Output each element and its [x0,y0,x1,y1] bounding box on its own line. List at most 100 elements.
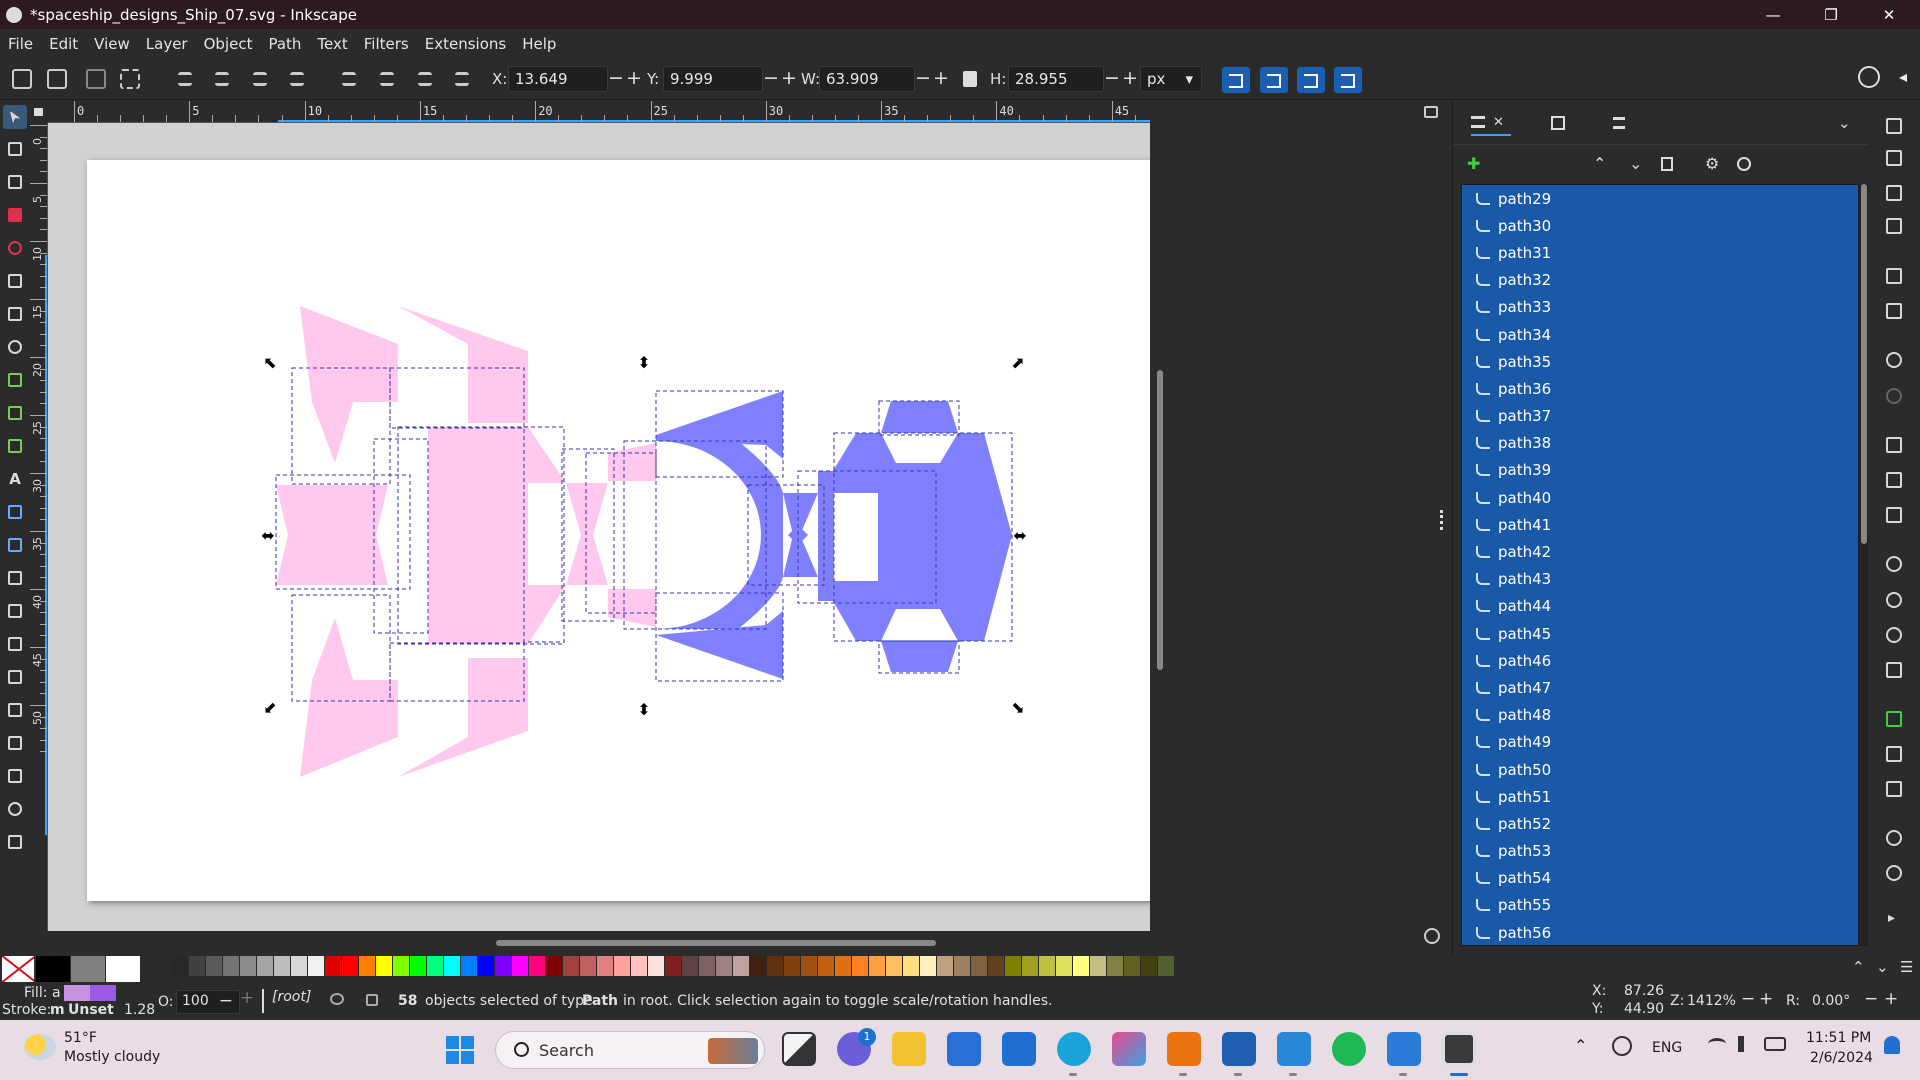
palette-swatch[interactable] [954,956,970,976]
move-up-icon[interactable]: ⌃ [1593,154,1606,173]
palette-swatch[interactable] [376,956,392,976]
stroke-unset[interactable]: Unset [68,1002,114,1018]
zoom-out-button[interactable]: − [1741,989,1755,1009]
remote-desktop-icon[interactable] [1222,1032,1256,1066]
visibility-eye-icon[interactable] [330,993,344,1005]
palette-swatch[interactable] [818,956,834,976]
move-gradients-toggle[interactable] [1297,67,1325,93]
y-input[interactable]: 9.999 [663,66,763,92]
fill-swatch[interactable] [64,985,116,1001]
palette-swatch[interactable] [699,956,715,976]
object-list-item[interactable]: path35 [1462,348,1858,375]
pink-cockpit-left[interactable] [276,485,348,585]
object-list-item[interactable]: path36 [1462,375,1858,402]
palette-swatch[interactable] [767,956,783,976]
rectangle-tool-icon[interactable] [6,206,24,224]
x-increment-button[interactable]: + [626,67,642,89]
palette-swatch[interactable] [1039,956,1055,976]
save-icon[interactable] [1886,185,1902,201]
minimize-button[interactable]: — [1744,0,1802,29]
object-list-item[interactable]: path34 [1462,321,1858,348]
select-all-layers-icon[interactable] [47,69,67,89]
object-list-item[interactable]: path45 [1462,620,1858,647]
palette-swatch[interactable] [1107,956,1123,976]
delete-icon[interactable] [1661,157,1673,171]
object-list-item[interactable]: path52 [1462,810,1858,837]
cut-icon[interactable] [1886,472,1902,488]
spray-tool-icon[interactable] [6,668,24,686]
palette-swatch[interactable] [1124,956,1140,976]
palette-swatch[interactable] [1005,956,1021,976]
object-list-item[interactable]: path47 [1462,674,1858,701]
menu-text[interactable]: Text [317,35,347,53]
height-input[interactable]: 28.955 [1008,66,1104,92]
palette-menu-icon[interactable]: ☰ [1900,958,1913,976]
paste-icon[interactable] [1886,507,1902,523]
star-tool-icon[interactable] [6,272,24,290]
connector-tool-icon[interactable] [6,734,24,752]
palette-swatch[interactable] [1090,956,1106,976]
w-increment-button[interactable]: + [933,67,949,89]
rotate-cw-icon[interactable] [215,72,229,86]
palette-swatch[interactable] [240,956,256,976]
text-tool-icon[interactable]: A [6,470,24,488]
palette-swatch[interactable] [393,956,409,976]
blue-bottom-pod[interactable] [881,641,958,672]
duplicate-icon[interactable] [1886,711,1902,727]
menu-filters[interactable]: Filters [364,35,409,53]
node-tool-icon[interactable] [6,140,24,158]
task-view-icon[interactable] [782,1032,816,1066]
palette-swatch[interactable] [750,956,766,976]
pink-connector[interactable] [566,483,608,585]
tab-layers-objects[interactable]: ✕ [1471,110,1511,136]
horizontal-scroll-thumb[interactable] [496,940,936,946]
palette-swatch[interactable] [835,956,851,976]
object-list-item[interactable]: path49 [1462,729,1858,756]
rotate-ccw-icon[interactable] [178,72,192,86]
palette-swatch[interactable] [1141,956,1157,976]
lower-icon[interactable] [418,72,432,86]
rotate-cw-button[interactable]: + [1884,989,1898,1009]
group-icon[interactable] [1886,830,1902,846]
palette-swatch[interactable] [461,956,477,976]
toggle-handles-icon[interactable] [120,69,140,89]
scale-corners-toggle[interactable] [1260,67,1288,93]
object-list-item[interactable]: path43 [1462,566,1858,593]
clone-icon[interactable] [1886,746,1902,762]
opacity-input[interactable]: 100− [176,990,240,1014]
tweak-tool-icon[interactable] [6,635,24,653]
palette-swatch[interactable] [648,956,664,976]
pink-cap-bottom[interactable] [608,589,656,627]
palette-swatch[interactable] [546,956,562,976]
fusion-app-icon[interactable] [1167,1032,1201,1066]
zoom-page-icon[interactable] [1886,627,1902,643]
ungroup-icon[interactable] [1886,865,1902,881]
menu-extensions[interactable]: Extensions [425,35,506,53]
menu-help[interactable]: Help [522,35,556,53]
flip-horizontal-icon[interactable] [253,72,267,86]
x-input[interactable]: 13.649 [508,66,608,92]
object-list-item[interactable]: path53 [1462,838,1858,865]
palette-scroll-up-icon[interactable]: ⌃ [1852,958,1865,976]
3d-box-tool-icon[interactable] [6,305,24,323]
edge-browser-icon[interactable] [1057,1032,1091,1066]
tray-overflow-icon[interactable]: ⌃ [1574,1036,1587,1055]
unit-select[interactable]: px ▾ [1140,66,1202,92]
weather-desc[interactable]: Mostly cloudy [64,1049,160,1065]
mesh-tool-icon[interactable] [6,536,24,554]
vertical-scroll-thumb[interactable] [1157,370,1163,670]
blue-top-pod[interactable] [881,401,958,433]
object-list-item[interactable]: path37 [1462,403,1858,430]
object-list-item[interactable]: path56 [1462,919,1858,945]
menu-view[interactable]: View [94,35,130,53]
object-list-item[interactable]: path29 [1462,185,1858,212]
canvas[interactable]: ⬉ ⬍ ⬈ ⬌ ⬌ ⬋ ⬍ ⬊ [48,123,1152,931]
palette-swatch[interactable] [106,956,140,982]
object-list-item[interactable]: path46 [1462,647,1858,674]
palette-swatch[interactable] [869,956,885,976]
palette-swatch[interactable] [529,956,545,976]
palette-swatch[interactable] [36,956,70,982]
gradient-tool-icon[interactable] [6,503,24,521]
pink-neck-top[interactable] [528,427,566,483]
h-increment-button[interactable]: + [1122,67,1138,89]
